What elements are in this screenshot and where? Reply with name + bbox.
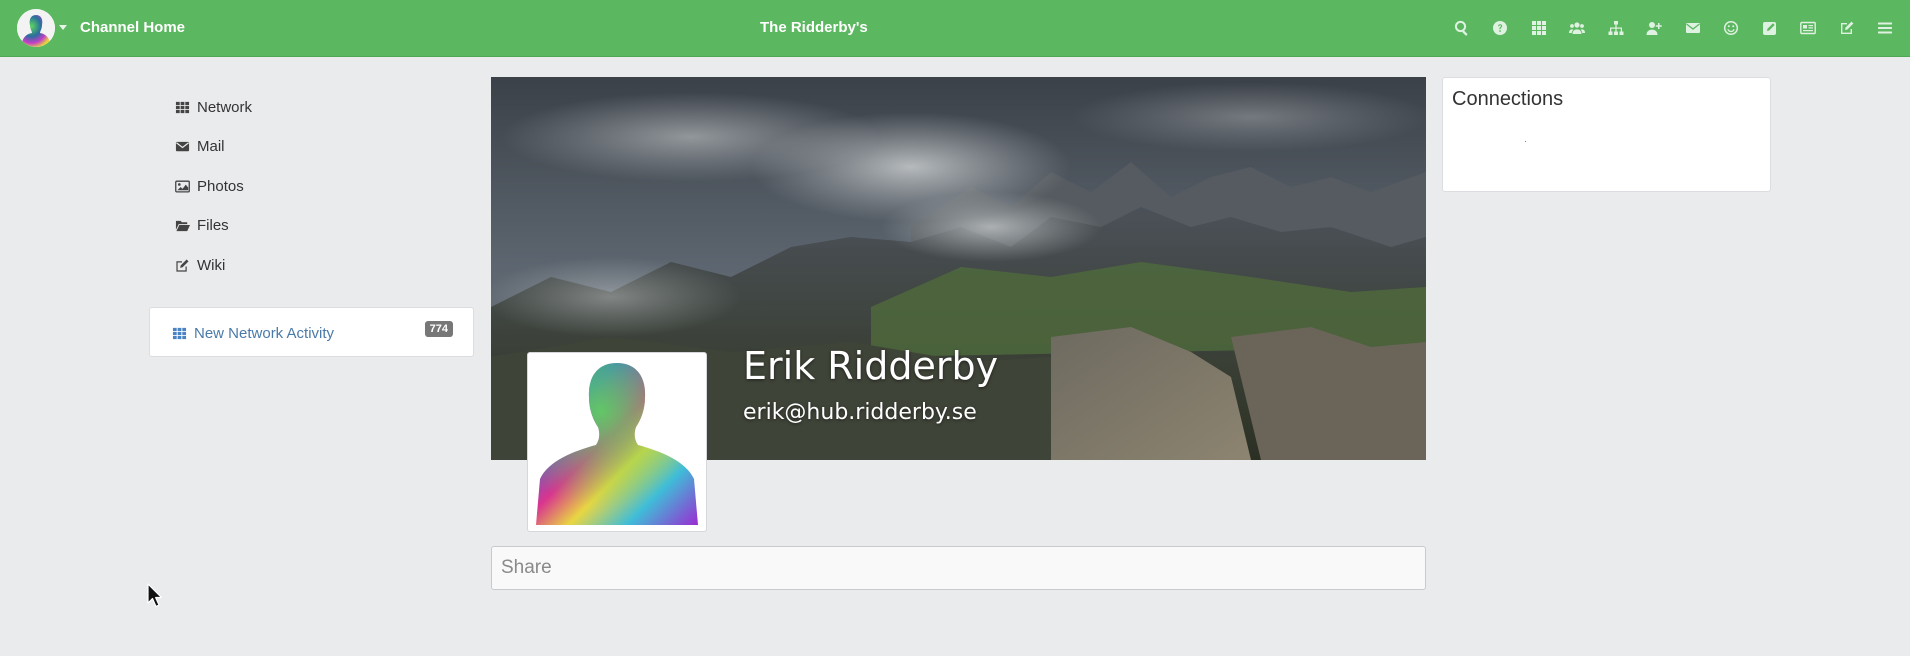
- grid-icon: [175, 99, 191, 115]
- people-icon[interactable]: [1566, 17, 1588, 39]
- search-icon[interactable]: [1451, 17, 1473, 39]
- connections-placeholder: [1525, 141, 1526, 142]
- sidebar-item-label: Files: [197, 216, 229, 234]
- image-icon: [175, 178, 191, 194]
- mouse-pointer-icon: [147, 583, 165, 609]
- new-network-activity-label: New Network Activity: [194, 325, 335, 342]
- navbar-icon-group: [1451, 17, 1897, 39]
- edit-square-icon[interactable]: [1759, 17, 1781, 39]
- sidebar-item-network[interactable]: Network: [149, 90, 469, 124]
- sidebar-item-mail[interactable]: Mail: [149, 129, 469, 163]
- envelope-icon[interactable]: [1682, 17, 1704, 39]
- sidebar-item-wiki[interactable]: Wiki: [149, 248, 469, 282]
- sidebar-item-files[interactable]: Files: [149, 208, 469, 242]
- sitemap-icon[interactable]: [1605, 17, 1627, 39]
- sidebar-item-photos[interactable]: Photos: [149, 169, 469, 203]
- top-navbar: Channel Home The Ridderby's: [0, 0, 1910, 57]
- profile-name: Erik Ridderby: [743, 344, 999, 388]
- folder-open-icon: [175, 217, 191, 233]
- edit-icon: [175, 257, 191, 273]
- sidebar-item-label: Wiki: [197, 256, 226, 274]
- connections-widget: Connections: [1442, 77, 1771, 192]
- pencil-square-icon[interactable]: [1836, 17, 1858, 39]
- apps-grid-icon[interactable]: [1528, 17, 1550, 39]
- sidebar-item-label: Photos: [197, 177, 244, 195]
- activity-count-badge: 774: [424, 321, 453, 337]
- channel-avatar[interactable]: [17, 9, 55, 47]
- connections-title: Connections: [1452, 88, 1564, 110]
- share-input[interactable]: [491, 546, 1426, 590]
- hamburger-menu-icon[interactable]: [1874, 17, 1896, 39]
- envelope-icon: [175, 138, 191, 154]
- channel-title: The Ridderby's: [760, 19, 868, 36]
- sidebar-item-label: Network: [197, 98, 253, 116]
- grid-icon: [172, 326, 187, 341]
- channel-home-link[interactable]: Channel Home: [80, 19, 185, 36]
- add-user-icon[interactable]: [1643, 17, 1665, 39]
- channel-menu-caret-icon[interactable]: [59, 25, 67, 30]
- newspaper-icon[interactable]: [1797, 17, 1819, 39]
- sidebar-item-label: Mail: [197, 137, 225, 155]
- smile-icon[interactable]: [1720, 17, 1742, 39]
- profile-photo[interactable]: [527, 352, 707, 532]
- help-icon[interactable]: [1489, 17, 1511, 39]
- new-network-activity-widget[interactable]: New Network Activity 774: [149, 307, 474, 357]
- profile-channel-address: erik@hub.ridderby.se: [743, 400, 977, 425]
